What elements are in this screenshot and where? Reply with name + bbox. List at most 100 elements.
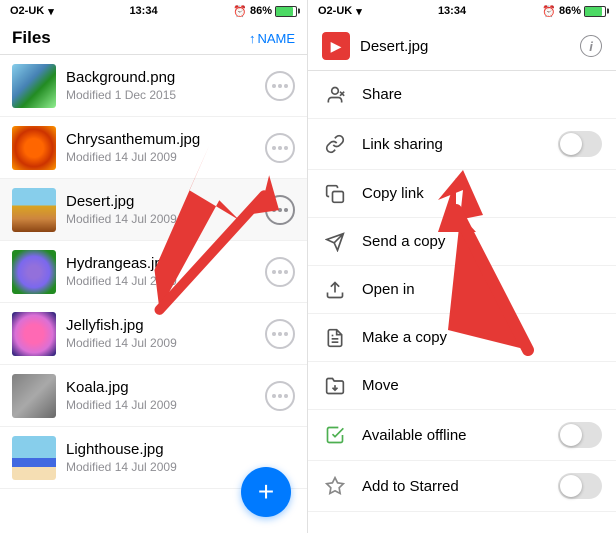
carrier-right: O2-UK <box>318 5 352 17</box>
toggle-thumb <box>560 424 582 446</box>
menu-item-available-offline[interactable]: Available offline <box>308 410 616 461</box>
menu-item-open-in[interactable]: Open in <box>308 266 616 314</box>
make-copy-icon <box>322 328 348 348</box>
file-date: Modified 14 Jul 2009 <box>66 274 265 288</box>
list-item[interactable]: Background.png Modified 1 Dec 2015 <box>0 55 307 117</box>
alarm-icon: ⏰ <box>233 5 247 18</box>
dot <box>272 332 276 336</box>
menu-file-name: Desert.jpg <box>360 38 580 55</box>
menu-item-link-sharing[interactable]: Link sharing <box>308 119 616 170</box>
list-item[interactable]: Jellyfish.jpg Modified 14 Jul 2009 <box>0 303 307 365</box>
file-thumbnail <box>12 374 56 418</box>
file-name: Desert.jpg <box>66 193 265 210</box>
add-icon: + <box>258 476 274 508</box>
more-button[interactable] <box>265 71 295 101</box>
info-icon: i <box>589 39 593 54</box>
menu-item-copy-link[interactable]: Copy link <box>308 170 616 218</box>
link-icon <box>322 134 348 154</box>
more-dots-icon <box>272 208 288 212</box>
time-left: 13:34 <box>129 5 157 17</box>
dot <box>284 84 288 88</box>
dot <box>284 332 288 336</box>
menu-label: Available offline <box>362 427 558 444</box>
file-name: Background.png <box>66 69 265 86</box>
send-copy-icon <box>322 232 348 252</box>
menu-item-add-starred[interactable]: Add to Starred <box>308 461 616 512</box>
file-thumbnail <box>12 126 56 170</box>
file-name: Jellyfish.jpg <box>66 317 265 334</box>
battery-pct-left: 86% <box>250 5 272 17</box>
status-left-right: O2-UK ▾ <box>318 5 362 18</box>
list-item[interactable]: Desert.jpg Modified 14 Jul 2009 <box>0 179 307 241</box>
file-date: Modified 14 Jul 2009 <box>66 150 265 164</box>
toggle-thumb <box>560 475 582 497</box>
file-info: Koala.jpg Modified 14 Jul 2009 <box>66 379 265 412</box>
dot <box>278 332 282 336</box>
dot <box>278 208 282 212</box>
copy-link-icon <box>322 184 348 204</box>
open-in-icon <box>322 280 348 300</box>
menu-item-make-copy[interactable]: Make a copy <box>308 314 616 362</box>
wifi-icon: ▾ <box>48 5 54 18</box>
list-item[interactable]: Hydrangeas.jpg Modified 14 Jul 2009 <box>0 241 307 303</box>
dot <box>278 84 282 88</box>
status-bar-right: O2-UK ▾ 13:34 ⏰ 86% <box>308 0 616 22</box>
dot <box>272 394 276 398</box>
file-date: Modified 14 Jul 2009 <box>66 398 265 412</box>
link-sharing-toggle[interactable] <box>558 131 602 157</box>
battery-left <box>275 6 297 17</box>
menu-item-share[interactable]: Share <box>308 71 616 119</box>
file-date: Modified 1 Dec 2015 <box>66 88 265 102</box>
status-bar-left: O2-UK ▾ 13:34 ⏰ 86% <box>0 0 307 22</box>
more-dots-icon <box>272 394 288 398</box>
file-info: Hydrangeas.jpg Modified 14 Jul 2009 <box>66 255 265 288</box>
status-right-left: ⏰ 86% <box>233 5 297 18</box>
list-item[interactable]: Chrysanthemum.jpg Modified 14 Jul 2009 <box>0 117 307 179</box>
file-info: Chrysanthemum.jpg Modified 14 Jul 2009 <box>66 131 265 164</box>
starred-toggle[interactable] <box>558 473 602 499</box>
menu-label: Move <box>362 377 602 394</box>
menu-label: Link sharing <box>362 136 558 153</box>
menu-list: Share Link sharing Copy l <box>308 71 616 533</box>
file-thumbnail <box>12 436 56 480</box>
wifi-icon-right: ▾ <box>356 5 362 18</box>
dot <box>272 270 276 274</box>
dot <box>278 394 282 398</box>
sort-label: NAME <box>257 31 295 46</box>
more-button-active[interactable] <box>265 195 295 225</box>
dot <box>272 84 276 88</box>
file-name: Koala.jpg <box>66 379 265 396</box>
file-name: Chrysanthemum.jpg <box>66 131 265 148</box>
more-button[interactable] <box>265 319 295 349</box>
menu-label: Open in <box>362 281 602 298</box>
dot <box>278 146 282 150</box>
file-date: Modified 14 Jul 2009 <box>66 212 265 226</box>
menu-item-send-copy[interactable]: Send a copy <box>308 218 616 266</box>
status-left: O2-UK ▾ <box>10 5 54 18</box>
move-icon <box>322 376 348 396</box>
status-right-right: ⏰ 86% <box>542 5 606 18</box>
sort-button[interactable]: ↑ NAME <box>249 31 295 46</box>
file-thumbnail <box>12 250 56 294</box>
info-button[interactable]: i <box>580 35 602 57</box>
offline-toggle[interactable] <box>558 422 602 448</box>
battery-fill-left <box>276 7 293 16</box>
more-dots-icon <box>272 84 288 88</box>
more-button[interactable] <box>265 381 295 411</box>
list-item[interactable]: Koala.jpg Modified 14 Jul 2009 <box>0 365 307 427</box>
more-button[interactable] <box>265 133 295 163</box>
file-thumbnail <box>12 64 56 108</box>
file-info: Desert.jpg Modified 14 Jul 2009 <box>66 193 265 226</box>
dot <box>278 270 282 274</box>
battery-fill-right <box>585 7 602 16</box>
add-button[interactable]: + <box>241 467 291 517</box>
more-button[interactable] <box>265 257 295 287</box>
file-type-icon: ▶ <box>322 32 350 60</box>
menu-item-move[interactable]: Move <box>308 362 616 410</box>
file-name: Hydrangeas.jpg <box>66 255 265 272</box>
more-dots-icon <box>272 270 288 274</box>
time-right: 13:34 <box>438 5 466 17</box>
offline-icon <box>322 425 348 445</box>
sort-arrow-up: ↑ <box>249 31 256 46</box>
dot <box>284 270 288 274</box>
